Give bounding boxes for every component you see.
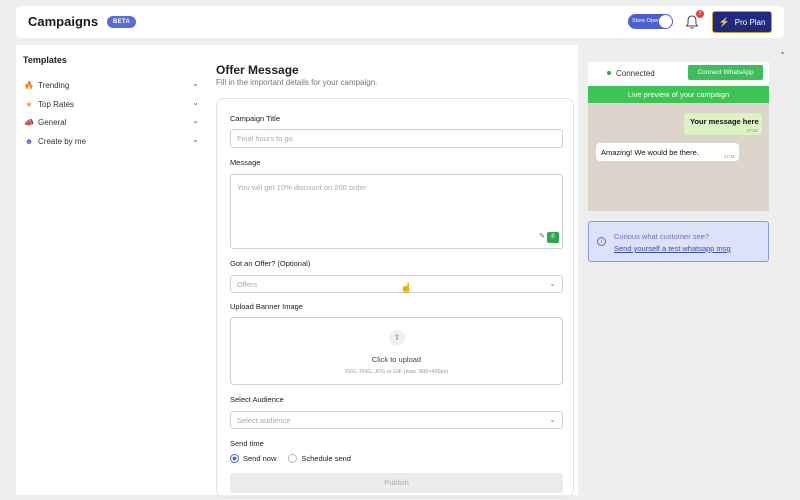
offer-subtitle: Fill in the important details for your c… bbox=[216, 78, 378, 87]
send-test-link[interactable]: Send yourself a test whatsapp msg bbox=[614, 244, 731, 253]
outgoing-message-text: Your message here bbox=[690, 117, 759, 126]
incoming-message-bubble: Amazing! We would be there. 17:31 bbox=[596, 143, 739, 161]
send-time-options: Send now Schedule send bbox=[230, 454, 351, 463]
upload-cloud-icon: ⇧ bbox=[389, 330, 405, 346]
star-icon: ★ bbox=[25, 99, 33, 109]
template-item-general[interactable]: 📣 General ⌄ bbox=[23, 115, 199, 129]
store-toggle-label: Store Open bbox=[632, 18, 661, 24]
templates-title: Templates bbox=[23, 55, 67, 65]
campaign-title-label: Campaign Title bbox=[230, 114, 281, 123]
audience-select[interactable]: Select audience ⌄ bbox=[230, 411, 563, 429]
offers-select[interactable]: Offers ⌄ bbox=[230, 275, 563, 293]
connection-bar: Connected Connect WhatsApp bbox=[588, 62, 769, 86]
top-bar: Campaigns BETA Store Open 7 ⚡ Pro Plan bbox=[16, 6, 784, 38]
schedule-send-label[interactable]: Schedule send bbox=[301, 454, 351, 463]
outgoing-message-bubble: Your message here 17:31 bbox=[684, 113, 762, 135]
template-label: Trending bbox=[38, 80, 70, 90]
upload-label: Upload Banner Image bbox=[230, 302, 303, 311]
campaign-title-input[interactable]: Final hours to go bbox=[230, 129, 563, 148]
whatsapp-icon[interactable]: ✆ bbox=[547, 232, 559, 243]
incoming-message-text: Amazing! We would be there. bbox=[601, 148, 699, 157]
audience-label: Select Audience bbox=[230, 395, 284, 404]
test-question: Curious what customer see? bbox=[614, 232, 710, 241]
send-now-label[interactable]: Send now bbox=[243, 454, 276, 463]
fire-icon: 🔥 bbox=[24, 80, 34, 90]
pro-plan-button[interactable]: ⚡ Pro Plan bbox=[712, 11, 772, 33]
message-placeholder: You will get 10% discount on 200 order bbox=[237, 183, 367, 192]
pro-plan-label: Pro Plan bbox=[734, 17, 766, 27]
chevron-down-icon: ⌄ bbox=[192, 98, 199, 107]
hand-cursor-icon: ☝ bbox=[400, 283, 413, 294]
publish-button[interactable]: Publish bbox=[230, 473, 563, 493]
incoming-message-time: 17:31 bbox=[723, 154, 735, 159]
campaign-title-placeholder: Final hours to go bbox=[237, 134, 293, 143]
template-item-trending[interactable]: 🔥 Trending ⌄ bbox=[23, 78, 199, 92]
template-label: Create by me bbox=[38, 136, 87, 146]
audience-placeholder: Select audience bbox=[237, 415, 291, 425]
chevron-down-icon: ⌄ bbox=[192, 116, 199, 125]
scroll-up-arrow-icon[interactable]: ▲ bbox=[780, 50, 785, 56]
chevron-down-icon: ⌄ bbox=[192, 79, 199, 88]
notification-count-badge: 7 bbox=[696, 10, 704, 18]
template-item-create-by-me[interactable]: ☻ Create by me ⌄ bbox=[23, 134, 199, 148]
chevron-down-icon: ⌄ bbox=[549, 279, 556, 288]
megaphone-icon: 📣 bbox=[24, 117, 34, 127]
upload-dropzone[interactable]: ⇧ Click to upload SVG, PNG, JPG or GIF (… bbox=[230, 317, 563, 385]
smiley-icon: ☻ bbox=[24, 136, 34, 146]
upload-cta[interactable]: Click to upload bbox=[231, 355, 562, 364]
offer-label: Got an Offer? (Optional) bbox=[230, 259, 311, 268]
info-icon: i bbox=[597, 237, 606, 246]
toggle-knob bbox=[659, 15, 672, 28]
template-label: Top Rates bbox=[38, 99, 75, 109]
message-label: Message bbox=[230, 158, 261, 167]
connection-status: Connected bbox=[616, 69, 655, 78]
pencil-icon[interactable]: ✎ bbox=[539, 232, 545, 243]
connect-whatsapp-button[interactable]: Connect WhatsApp bbox=[688, 65, 763, 80]
offer-form: Campaign Title Final hours to go Message… bbox=[216, 98, 574, 498]
send-now-radio[interactable] bbox=[230, 454, 239, 463]
message-textarea[interactable]: You will get 10% discount on 200 order ✎… bbox=[230, 174, 563, 249]
store-open-toggle[interactable]: Store Open bbox=[628, 14, 673, 29]
templates-panel: Templates 🔥 Trending ⌄ ★ Top Rates ⌄ 📣 G… bbox=[16, 45, 206, 495]
upload-hint: SVG, PNG, JPG or GIF (max. 800×400px) bbox=[344, 369, 449, 375]
send-time-label: Send time bbox=[230, 439, 264, 448]
chevron-down-icon: ⌄ bbox=[549, 415, 556, 424]
template-item-top-rates[interactable]: ★ Top Rates ⌄ bbox=[23, 97, 199, 111]
chat-preview: Your message here 17:31 Amazing! We woul… bbox=[588, 103, 769, 211]
lightning-icon: ⚡ bbox=[718, 16, 730, 27]
chevron-down-icon: ⌄ bbox=[192, 135, 199, 144]
template-label: General bbox=[38, 117, 67, 127]
schedule-send-radio[interactable] bbox=[288, 454, 298, 463]
offer-panel: Offer Message Fill in the important deta… bbox=[206, 45, 578, 498]
offers-placeholder: Offers bbox=[237, 279, 258, 289]
outgoing-message-time: 17:31 bbox=[746, 128, 758, 133]
test-message-card: i Curious what customer see? Send yourse… bbox=[588, 221, 769, 262]
status-dot-icon bbox=[607, 71, 611, 75]
app-title: Campaigns bbox=[28, 14, 99, 29]
preview-header: Live preview of your campaign bbox=[588, 86, 769, 103]
offer-title: Offer Message bbox=[216, 63, 299, 77]
beta-badge: BETA bbox=[107, 16, 137, 28]
